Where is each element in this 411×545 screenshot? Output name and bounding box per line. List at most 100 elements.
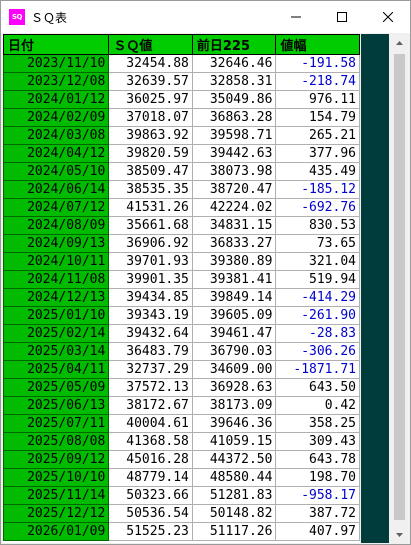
sq-value-cell[interactable]: 39863.92 [108, 126, 193, 145]
prev-225-cell[interactable]: 35049.86 [191, 90, 277, 109]
range-cell[interactable]: 407.97 [275, 522, 360, 541]
date-cell[interactable]: 2025/05/09 [3, 378, 110, 397]
range-cell[interactable]: 976.11 [275, 90, 360, 109]
prev-225-cell[interactable]: 42224.02 [191, 198, 277, 217]
column-header-sq-value[interactable]: ＳＱ値 [108, 34, 193, 55]
table-row[interactable]: 2024/05/10 38509.47 38073.98 435.49 [3, 162, 360, 181]
table-row[interactable]: 2025/10/10 48779.14 48580.44 198.70 [3, 468, 360, 487]
column-header-date[interactable]: 日付 [3, 34, 110, 55]
range-cell[interactable]: -218.74 [275, 72, 360, 91]
prev-225-cell[interactable]: 34609.00 [191, 360, 277, 379]
table-row[interactable]: 2024/01/12 36025.97 35049.86 976.11 [3, 90, 360, 109]
date-cell[interactable]: 2024/06/14 [3, 180, 110, 199]
range-cell[interactable]: 830.53 [275, 216, 360, 235]
sq-value-cell[interactable]: 37572.13 [108, 378, 193, 397]
range-cell[interactable]: 643.50 [275, 378, 360, 397]
range-cell[interactable]: -28.83 [275, 324, 360, 343]
date-cell[interactable]: 2023/11/10 [3, 54, 110, 73]
table-row[interactable]: 2025/09/12 45016.28 44372.50 643.78 [3, 450, 360, 469]
table-row[interactable]: 2025/11/14 50323.66 51281.83 -958.17 [3, 486, 360, 505]
sq-grid[interactable]: 日付 ＳＱ値 前日225 値幅 2023/11/10 32454.88 32646.… [3, 34, 360, 543]
prev-225-cell[interactable]: 38720.47 [191, 180, 277, 199]
sq-value-cell[interactable]: 35661.68 [108, 216, 193, 235]
range-cell[interactable]: -261.90 [275, 306, 360, 325]
date-cell[interactable]: 2026/01/09 [3, 522, 110, 541]
prev-225-cell[interactable]: 36928.63 [191, 378, 277, 397]
date-cell[interactable]: 2024/09/13 [3, 234, 110, 253]
prev-225-cell[interactable]: 39442.63 [191, 144, 277, 163]
sq-value-cell[interactable]: 39901.35 [108, 270, 193, 289]
range-cell[interactable]: 387.72 [275, 504, 360, 523]
date-cell[interactable]: 2025/11/14 [3, 486, 110, 505]
date-cell[interactable]: 2024/03/08 [3, 126, 110, 145]
range-cell[interactable]: 265.21 [275, 126, 360, 145]
table-row[interactable]: 2025/06/13 38172.67 38173.09 0.42 [3, 396, 360, 415]
sq-value-cell[interactable]: 50536.54 [108, 504, 193, 523]
range-cell[interactable]: 198.70 [275, 468, 360, 487]
scroll-down-button[interactable] [391, 526, 408, 543]
table-row[interactable]: 2024/07/12 41531.26 42224.02 -692.76 [3, 198, 360, 217]
range-cell[interactable]: -1871.71 [275, 360, 360, 379]
sq-value-cell[interactable]: 36483.79 [108, 342, 193, 361]
prev-225-cell[interactable]: 51281.83 [191, 486, 277, 505]
date-cell[interactable]: 2024/08/09 [3, 216, 110, 235]
range-cell[interactable]: 358.25 [275, 414, 360, 433]
table-row[interactable]: 2025/08/08 41368.58 41059.15 309.43 [3, 432, 360, 451]
range-cell[interactable]: -414.29 [275, 288, 360, 307]
prev-225-cell[interactable]: 50148.82 [191, 504, 277, 523]
sq-value-cell[interactable]: 36025.97 [108, 90, 193, 109]
date-cell[interactable]: 2024/01/12 [3, 90, 110, 109]
date-cell[interactable]: 2025/09/12 [3, 450, 110, 469]
date-cell[interactable]: 2025/06/13 [3, 396, 110, 415]
date-cell[interactable]: 2024/11/08 [3, 270, 110, 289]
prev-225-cell[interactable]: 38173.09 [191, 396, 277, 415]
title-bar[interactable]: SQ ＳＱ表 [1, 1, 410, 33]
date-cell[interactable]: 2025/04/11 [3, 360, 110, 379]
range-cell[interactable]: 0.42 [275, 396, 360, 415]
range-cell[interactable]: -185.12 [275, 180, 360, 199]
prev-225-cell[interactable]: 39380.89 [191, 252, 277, 271]
sq-value-cell[interactable]: 39343.19 [108, 306, 193, 325]
table-row[interactable]: 2025/05/09 37572.13 36928.63 643.50 [3, 378, 360, 397]
table-row[interactable]: 2024/12/13 39434.85 39849.14 -414.29 [3, 288, 360, 307]
prev-225-cell[interactable]: 39381.41 [191, 270, 277, 289]
table-row[interactable]: 2024/11/08 39901.35 39381.41 519.94 [3, 270, 360, 289]
sq-value-cell[interactable]: 39701.93 [108, 252, 193, 271]
range-cell[interactable]: 73.65 [275, 234, 360, 253]
date-cell[interactable]: 2024/04/12 [3, 144, 110, 163]
date-cell[interactable]: 2025/08/08 [3, 432, 110, 451]
range-cell[interactable]: 309.43 [275, 432, 360, 451]
range-cell[interactable]: -958.17 [275, 486, 360, 505]
table-row[interactable]: 2024/06/14 38535.35 38720.47 -185.12 [3, 180, 360, 199]
range-cell[interactable]: -306.26 [275, 342, 360, 361]
sq-value-cell[interactable]: 38535.35 [108, 180, 193, 199]
table-row[interactable]: 2026/01/09 51525.23 51117.26 407.97 [3, 522, 360, 541]
sq-value-cell[interactable]: 38509.47 [108, 162, 193, 181]
date-cell[interactable]: 2024/07/12 [3, 198, 110, 217]
prev-225-cell[interactable]: 51117.26 [191, 522, 277, 541]
table-row[interactable]: 2024/08/09 35661.68 34831.15 830.53 [3, 216, 360, 235]
table-row[interactable]: 2025/01/10 39343.19 39605.09 -261.90 [3, 306, 360, 325]
range-cell[interactable]: 519.94 [275, 270, 360, 289]
prev-225-cell[interactable]: 36833.27 [191, 234, 277, 253]
table-row[interactable]: 2025/04/11 32737.29 34609.00 -1871.71 [3, 360, 360, 379]
sq-value-cell[interactable]: 32639.57 [108, 72, 193, 91]
sq-value-cell[interactable]: 39820.59 [108, 144, 193, 163]
range-cell[interactable]: -191.58 [275, 54, 360, 73]
table-row[interactable]: 2023/11/10 32454.88 32646.46 -191.58 [3, 54, 360, 73]
range-cell[interactable]: 377.96 [275, 144, 360, 163]
sq-value-cell[interactable]: 41531.26 [108, 198, 193, 217]
prev-225-cell[interactable]: 32858.31 [191, 72, 277, 91]
table-row[interactable]: 2025/12/12 50536.54 50148.82 387.72 [3, 504, 360, 523]
scroll-up-button[interactable] [391, 34, 408, 51]
sq-value-cell[interactable]: 39432.64 [108, 324, 193, 343]
sq-value-cell[interactable]: 39434.85 [108, 288, 193, 307]
date-cell[interactable]: 2024/10/11 [3, 252, 110, 271]
prev-225-cell[interactable]: 39605.09 [191, 306, 277, 325]
table-row[interactable]: 2024/09/13 36906.92 36833.27 73.65 [3, 234, 360, 253]
minimize-button[interactable] [273, 1, 319, 33]
prev-225-cell[interactable]: 36790.03 [191, 342, 277, 361]
prev-225-cell[interactable]: 48580.44 [191, 468, 277, 487]
date-cell[interactable]: 2025/01/10 [3, 306, 110, 325]
table-row[interactable]: 2024/02/09 37018.07 36863.28 154.79 [3, 108, 360, 127]
